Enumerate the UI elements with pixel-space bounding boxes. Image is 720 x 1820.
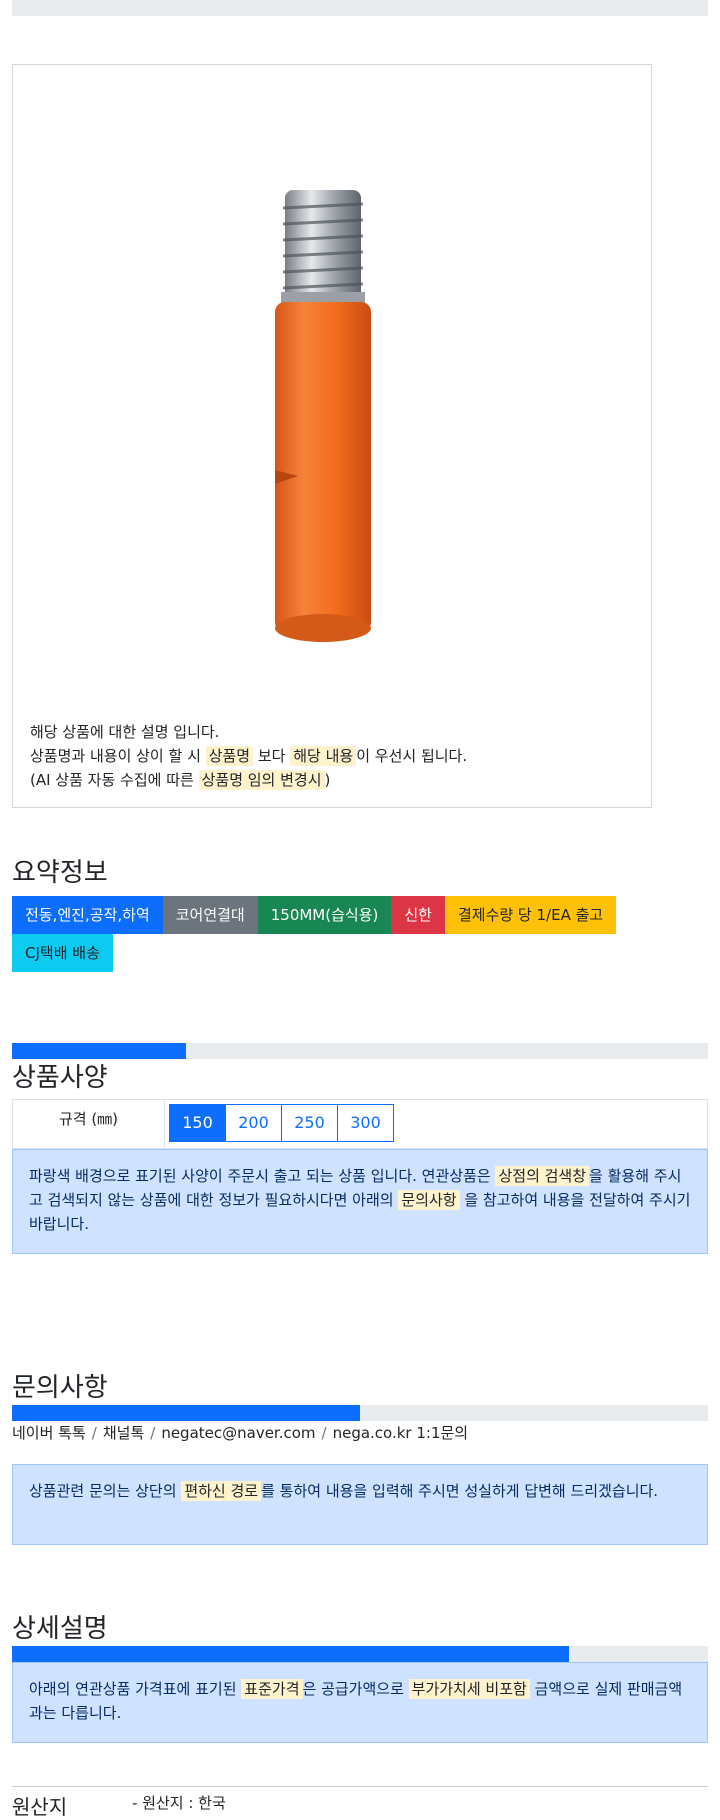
inquiry-progress-bar bbox=[12, 1405, 708, 1421]
inquiry-progress-fill bbox=[12, 1405, 360, 1421]
highlight-name-change: 상품명 임의 변경시 bbox=[198, 770, 325, 790]
summary-badges: 전동,엔진,공작,하역 코어연결대 150MM(습식용) 신한 결제수량 당 1… bbox=[12, 896, 712, 972]
separator: / bbox=[150, 1424, 156, 1442]
highlight-vat-excluded: 부가가치세 비포함 bbox=[408, 1679, 530, 1699]
badge-brand: 신한 bbox=[391, 896, 445, 934]
separator: / bbox=[91, 1424, 97, 1442]
spec-option-300[interactable]: 300 bbox=[337, 1104, 394, 1142]
spec-title: 상품사양 bbox=[12, 1063, 108, 1093]
spec-option-250[interactable]: 250 bbox=[281, 1104, 338, 1142]
description-line-1: 해당 상품에 대한 설명 입니다. bbox=[30, 723, 220, 741]
spec-table: 규격 (㎜) 150 200 250 300 bbox=[12, 1099, 708, 1149]
description-line-3: (AI 상품 자동 수집에 따른 상품명 임의 변경시) bbox=[30, 770, 331, 790]
highlight-content: 해당 내용 bbox=[290, 746, 357, 766]
spec-option-200[interactable]: 200 bbox=[225, 1104, 282, 1142]
contact-email[interactable]: negatec@naver.com bbox=[161, 1424, 315, 1442]
spec-label: 규격 (㎜) bbox=[13, 1100, 165, 1148]
spec-option-150[interactable]: 150 bbox=[169, 1104, 226, 1142]
contact-naver-talk[interactable]: 네이버 톡톡 bbox=[12, 1424, 86, 1442]
inquiry-notice: 상품관련 문의는 상단의 편하신 경로 를 통하여 내용을 입력해 주시면 성실하… bbox=[12, 1464, 708, 1545]
detail-notice: 아래의 연관상품 가격표에 표기된 표준가격 은 공급가액으로 부가가치세 비포함… bbox=[12, 1662, 708, 1743]
highlight-convenient-route: 편하신 경로 bbox=[181, 1481, 262, 1501]
origin-value: - 원산지 : 한국 bbox=[132, 1794, 226, 1812]
top-progress-bar bbox=[12, 0, 708, 16]
origin-row: 원산지 - 원산지 : 한국 bbox=[12, 1786, 708, 1819]
contact-channel-talk[interactable]: 채널톡 bbox=[103, 1424, 144, 1442]
detail-progress-bar bbox=[12, 1646, 708, 1662]
spec-notice: 파랑색 배경으로 표기된 사양이 주문시 출고 되는 상품 입니다. 연관상품은… bbox=[12, 1149, 708, 1254]
highlight-product-name: 상품명 bbox=[205, 746, 254, 766]
badge-shipping: CJ택배 배송 bbox=[12, 934, 113, 972]
inquiry-title: 문의사항 bbox=[12, 1373, 108, 1403]
product-description: 해당 상품에 대한 설명 입니다. 상품명과 내용이 상이 할 시 상품명 보다… bbox=[30, 720, 467, 792]
origin-label: 원산지 bbox=[12, 1795, 68, 1819]
contact-links: 네이버 톡톡 / 채널톡 / negatec@naver.com / nega.co.kr … bbox=[12, 1422, 468, 1443]
badge-category: 전동,엔진,공작,하역 bbox=[12, 896, 163, 934]
badge-size: 150MM(습식용) bbox=[257, 896, 392, 934]
detail-progress-fill bbox=[12, 1646, 569, 1662]
description-line-2: 상품명과 내용이 상이 할 시 상품명 보다 해당 내용 이 우선시 됩니다. bbox=[30, 746, 468, 766]
product-card: 해당 상품에 대한 설명 입니다. 상품명과 내용이 상이 할 시 상품명 보다… bbox=[12, 64, 652, 808]
detail-title: 상세설명 bbox=[12, 1614, 108, 1644]
highlight-inquiry: 문의사항 bbox=[398, 1190, 460, 1210]
spec-options: 150 200 250 300 bbox=[169, 1104, 394, 1142]
spec-progress-bar bbox=[12, 1043, 708, 1059]
badge-quantity: 결제수량 당 1/EA 출고 bbox=[444, 896, 617, 934]
summary-title: 요약정보 bbox=[12, 858, 108, 888]
product-image bbox=[275, 190, 371, 642]
badge-product-type: 코어연결대 bbox=[162, 896, 258, 934]
highlight-standard-price: 표준가격 bbox=[241, 1679, 303, 1699]
separator: / bbox=[321, 1424, 327, 1442]
highlight-store-search: 상점의 검색창 bbox=[495, 1166, 590, 1186]
contact-website[interactable]: nega.co.kr 1:1문의 bbox=[333, 1424, 469, 1442]
